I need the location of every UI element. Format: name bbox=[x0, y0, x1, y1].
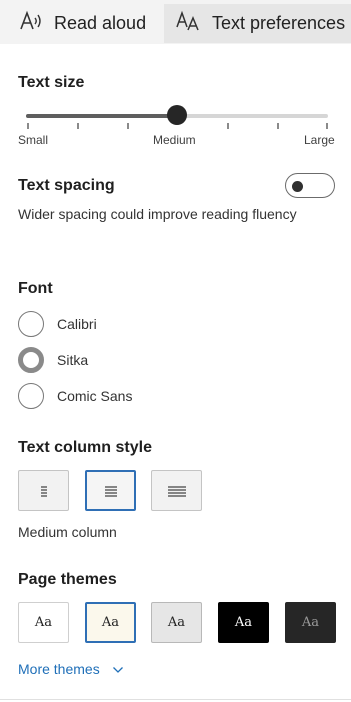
column-medium-button[interactable] bbox=[85, 470, 136, 511]
font-option-label: Comic Sans bbox=[57, 388, 133, 404]
text-size-min-label: Small bbox=[18, 133, 49, 147]
text-size-slider-thumb[interactable] bbox=[167, 105, 187, 125]
text-preferences-panel: Text size Small Medium Large Text spacin… bbox=[0, 44, 351, 700]
font-option-label: Sitka bbox=[57, 352, 89, 368]
theme-sample-text: Aa bbox=[34, 615, 53, 630]
column-wide-button[interactable] bbox=[151, 470, 202, 511]
tab-read-aloud[interactable]: Read aloud bbox=[18, 4, 160, 43]
theme-gray-swatch[interactable]: Aa bbox=[151, 602, 202, 643]
theme-sample-text: Aa bbox=[101, 615, 120, 630]
toggle-knob bbox=[292, 181, 303, 192]
reader-tab-bar: Read aloud Text preferences bbox=[0, 0, 351, 44]
slider-tick bbox=[326, 123, 328, 129]
theme-dark-swatch[interactable]: Aa bbox=[285, 602, 336, 643]
slider-tick bbox=[277, 123, 279, 129]
text-spacing-toggle[interactable] bbox=[285, 173, 335, 198]
text-size-mid-label: Medium bbox=[153, 133, 196, 147]
font-option-label: Calibri bbox=[57, 316, 97, 332]
font-radio-calibri[interactable] bbox=[18, 311, 44, 337]
text-spacing-description: Wider spacing could improve reading flue… bbox=[18, 206, 297, 222]
more-themes-link[interactable]: More themes bbox=[18, 661, 124, 677]
tab-read-aloud-label: Read aloud bbox=[54, 13, 147, 33]
more-themes-label: More themes bbox=[18, 661, 100, 677]
chevron-down-icon bbox=[100, 661, 124, 677]
column-narrow-button[interactable] bbox=[18, 470, 69, 511]
slider-tick bbox=[77, 123, 79, 129]
font-radio-sitka[interactable] bbox=[18, 347, 44, 373]
theme-sample-text: Aa bbox=[167, 615, 186, 630]
column-selected-label: Medium column bbox=[18, 524, 117, 540]
font-radio-comic-sans[interactable] bbox=[18, 383, 44, 409]
theme-sample-text: Aa bbox=[234, 615, 253, 630]
text-spacing-heading: Text spacing bbox=[18, 177, 115, 194]
theme-light-swatch[interactable]: Aa bbox=[18, 602, 69, 643]
text-column-style-heading: Text column style bbox=[18, 439, 152, 456]
theme-black-swatch[interactable]: Aa bbox=[218, 602, 269, 643]
tab-text-preferences[interactable]: Text preferences bbox=[164, 4, 351, 43]
slider-tick bbox=[27, 123, 29, 129]
slider-tick bbox=[227, 123, 229, 129]
text-size-heading: Text size bbox=[18, 74, 85, 91]
text-preferences-icon bbox=[176, 10, 212, 37]
theme-sample-text: Aa bbox=[301, 615, 320, 630]
font-heading: Font bbox=[18, 280, 53, 297]
page-themes-heading: Page themes bbox=[18, 571, 117, 588]
text-size-slider-fill bbox=[26, 114, 177, 118]
text-size-max-label: Large bbox=[304, 133, 335, 147]
tab-text-preferences-label: Text preferences bbox=[212, 13, 346, 33]
slider-tick bbox=[127, 123, 129, 129]
read-aloud-icon bbox=[18, 10, 54, 37]
theme-sepia-swatch[interactable]: Aa bbox=[85, 602, 136, 643]
